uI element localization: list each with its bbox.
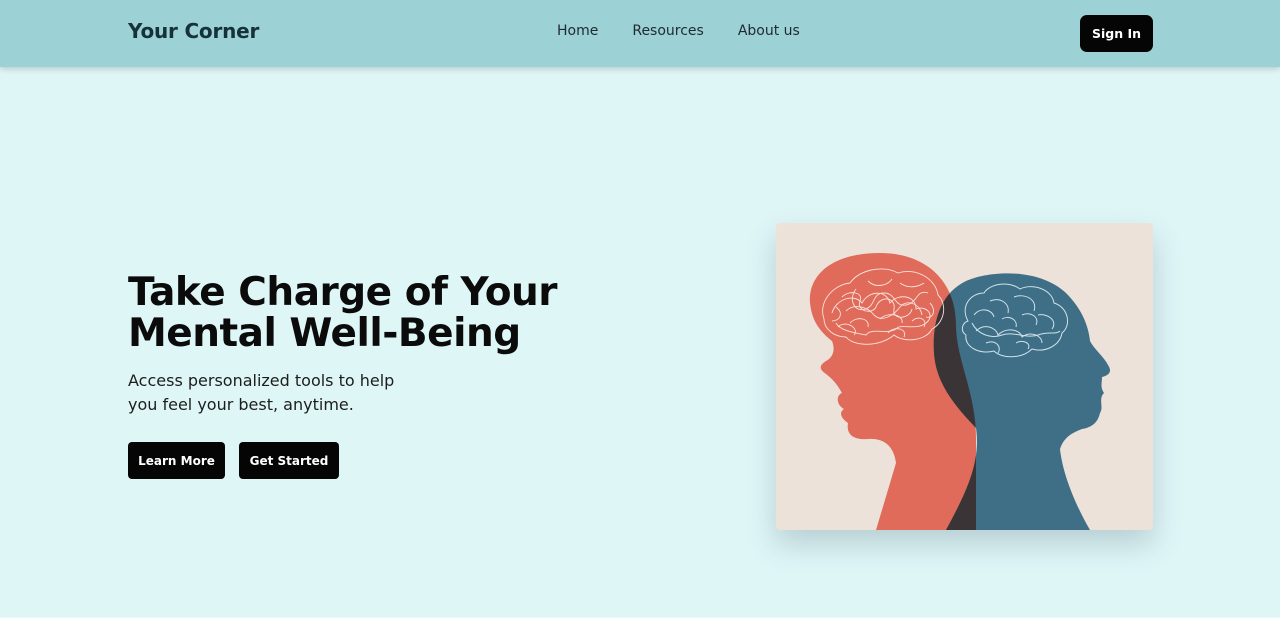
logo[interactable]: Your Corner bbox=[128, 19, 259, 43]
nav-link-home[interactable]: Home bbox=[557, 23, 598, 39]
navbar: Your Corner Home Resources About us Sign… bbox=[0, 0, 1280, 67]
nav-links: Home Resources About us bbox=[557, 23, 834, 39]
two-heads-illustration bbox=[809, 253, 1110, 530]
mental-health-illustration bbox=[776, 223, 1153, 530]
nav-link-resources[interactable]: Resources bbox=[632, 23, 704, 39]
hero-title-line-1: Take Charge of Your bbox=[128, 270, 557, 315]
sign-in-button[interactable]: Sign In bbox=[1080, 15, 1153, 52]
hero-title-line-2: Mental Well-Being bbox=[128, 311, 521, 356]
hero-subtitle: Access personalized tools to help you fe… bbox=[128, 369, 428, 417]
learn-more-button[interactable]: Learn More bbox=[128, 442, 225, 479]
hero-subtitle-line-2: you feel your best, anytime. bbox=[128, 395, 354, 414]
get-started-button[interactable]: Get Started bbox=[239, 442, 339, 479]
nav-link-about-us[interactable]: About us bbox=[738, 23, 800, 39]
hero-subtitle-line-1: Access personalized tools to help bbox=[128, 371, 395, 390]
hero-title: Take Charge of Your Mental Well-Being bbox=[128, 272, 608, 354]
